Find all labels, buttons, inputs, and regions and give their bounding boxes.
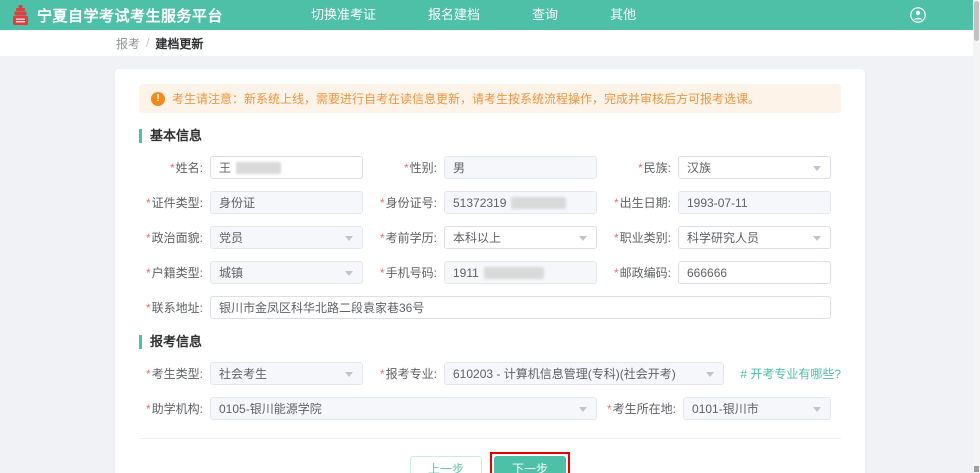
- postal-code-input[interactable]: 666666: [678, 261, 831, 284]
- birth-date-label: *出生日期:: [607, 194, 671, 211]
- field-postal-code: *邮政编码: 666666: [607, 261, 841, 284]
- pre-exam-education-select[interactable]: 本科以上: [444, 226, 597, 249]
- id-type-label: *证件类型:: [139, 194, 203, 211]
- field-name: *姓名: 王: [139, 156, 373, 179]
- next-step-button[interactable]: 下一步: [494, 456, 566, 473]
- redaction-mask: [511, 197, 566, 209]
- nav-item-switch-ticket[interactable]: 切换准考证: [285, 0, 402, 30]
- id-type-input[interactable]: 身份证: [210, 191, 363, 214]
- section-basic-info: 基本信息: [139, 129, 841, 143]
- page-content: ! 考生请注意：新系统上线，需要进行自考在读信息更新，请考生按系统流程操作，完成…: [0, 56, 980, 473]
- previous-step-button[interactable]: 上一步: [410, 456, 482, 473]
- field-candidate-type: *考生类型: 社会考生: [139, 362, 373, 385]
- candidate-type-select[interactable]: 社会考生: [210, 362, 363, 385]
- breadcrumb: 报考 / 建档更新: [0, 30, 980, 56]
- gender-label: *性别:: [373, 159, 437, 176]
- app-header: 宁夏自学考试考生服务平台 切换准考证 报名建档 查询 其他: [0, 0, 980, 30]
- field-occupation: *职业类别: 科学研究人员: [607, 226, 841, 249]
- name-label: *姓名:: [139, 159, 203, 176]
- field-political-status: *政治面貌: 党员: [139, 226, 373, 249]
- occupation-select[interactable]: 科学研究人员: [678, 226, 831, 249]
- notice-text: 考生请注意：新系统上线，需要进行自考在读信息更新，请考生按系统流程操作，完成并审…: [172, 90, 760, 107]
- vertical-scrollbar[interactable]: [973, 0, 980, 473]
- field-id-number: *身份证号: 51372319: [373, 191, 607, 214]
- field-ethnicity: *民族: 汉族: [607, 156, 841, 179]
- candidate-type-label: *考生类型:: [139, 365, 203, 382]
- breadcrumb-parent[interactable]: 报考: [116, 35, 140, 52]
- chevron-down-icon: [813, 236, 821, 241]
- majors-help-link[interactable]: # 开考专业有哪些?: [740, 365, 841, 382]
- notice-banner: ! 考生请注意：新系统上线，需要进行自考在读信息更新，请考生按系统流程操作，完成…: [139, 84, 841, 113]
- phone-input[interactable]: 1911: [444, 261, 597, 284]
- basic-info-form: *姓名: 王 *性别: 男 *民族: 汉族 *证件类型: 身份证 *身份证号: …: [139, 156, 841, 319]
- chevron-down-icon: [345, 271, 353, 276]
- political-status-select[interactable]: 党员: [210, 226, 363, 249]
- chevron-down-icon: [579, 236, 587, 241]
- warning-icon: !: [151, 92, 165, 106]
- chevron-down-icon: [813, 407, 821, 412]
- id-number-label: *身份证号:: [373, 194, 437, 211]
- pagoda-logo-icon: [12, 5, 29, 25]
- breadcrumb-current: 建档更新: [155, 35, 203, 52]
- chevron-down-icon: [579, 407, 587, 412]
- apply-info-form: *考生类型: 社会考生 *报考专业: 610203 - 计算机信息管理(专科)(…: [139, 362, 841, 420]
- postal-code-label: *邮政编码:: [607, 264, 671, 281]
- name-input[interactable]: 王: [210, 156, 363, 179]
- main-nav: 切换准考证 报名建档 查询 其他: [285, 0, 662, 30]
- location-label: *考生所在地:: [607, 400, 676, 417]
- birth-date-input[interactable]: 1993-07-11: [678, 191, 831, 214]
- field-household-type: *户籍类型: 城镇: [139, 261, 373, 284]
- form-card: ! 考生请注意：新系统上线，需要进行自考在读信息更新，请考生按系统流程操作，完成…: [115, 69, 865, 473]
- aid-institution-label: *助学机构:: [139, 400, 203, 417]
- field-gender: *性别: 男: [373, 156, 607, 179]
- breadcrumb-separator: /: [146, 36, 149, 50]
- phone-label: *手机号码:: [373, 264, 437, 281]
- pre-exam-education-label: *考前学历:: [373, 229, 437, 246]
- section-apply-info: 报考信息: [139, 335, 841, 349]
- scrollbar-thumb[interactable]: [974, 1, 979, 41]
- address-input[interactable]: 银川市金凤区科华北路二段袁家巷36号: [210, 296, 831, 319]
- location-select[interactable]: 0101-银川市: [683, 397, 831, 420]
- aid-institution-select[interactable]: 0105-银川能源学院: [210, 397, 597, 420]
- chevron-down-icon: [813, 166, 821, 171]
- app-title: 宁夏自学考试考生服务平台: [37, 5, 223, 26]
- household-type-select[interactable]: 城镇: [210, 261, 363, 284]
- form-actions: 上一步 下一步: [139, 438, 841, 473]
- political-status-label: *政治面貌:: [139, 229, 203, 246]
- major-label: *报考专业:: [373, 365, 437, 382]
- id-number-input[interactable]: 51372319: [444, 191, 597, 214]
- field-major: *报考专业: 610203 - 计算机信息管理(专科)(社会开考) # 开考专业…: [373, 362, 841, 385]
- field-location: *考生所在地: 0101-银川市: [607, 397, 841, 420]
- household-type-label: *户籍类型:: [139, 264, 203, 281]
- red-highlight-annotation: 下一步: [490, 452, 570, 473]
- field-aid-institution: *助学机构: 0105-银川能源学院: [139, 397, 607, 420]
- nav-item-registration[interactable]: 报名建档: [402, 0, 506, 30]
- chevron-down-icon: [345, 372, 353, 377]
- address-label: *联系地址:: [139, 299, 203, 316]
- nav-item-query[interactable]: 查询: [506, 0, 584, 30]
- ethnicity-label: *民族:: [607, 159, 671, 176]
- scrollbar-end-nub: [974, 466, 979, 472]
- redaction-mask: [236, 162, 281, 174]
- major-select[interactable]: 610203 - 计算机信息管理(专科)(社会开考): [444, 362, 724, 385]
- chevron-down-icon: [345, 236, 353, 241]
- field-birth-date: *出生日期: 1993-07-11: [607, 191, 841, 214]
- user-account-icon[interactable]: [910, 7, 926, 23]
- chevron-down-icon: [706, 372, 714, 377]
- gender-input[interactable]: 男: [444, 156, 597, 179]
- field-phone: *手机号码: 1911: [373, 261, 607, 284]
- field-id-type: *证件类型: 身份证: [139, 191, 373, 214]
- field-address: *联系地址: 银川市金凤区科华北路二段袁家巷36号: [139, 296, 841, 319]
- field-pre-exam-education: *考前学历: 本科以上: [373, 226, 607, 249]
- occupation-label: *职业类别:: [607, 229, 671, 246]
- redaction-mask: [484, 267, 544, 279]
- nav-item-other[interactable]: 其他: [584, 0, 662, 30]
- ethnicity-select[interactable]: 汉族: [678, 156, 831, 179]
